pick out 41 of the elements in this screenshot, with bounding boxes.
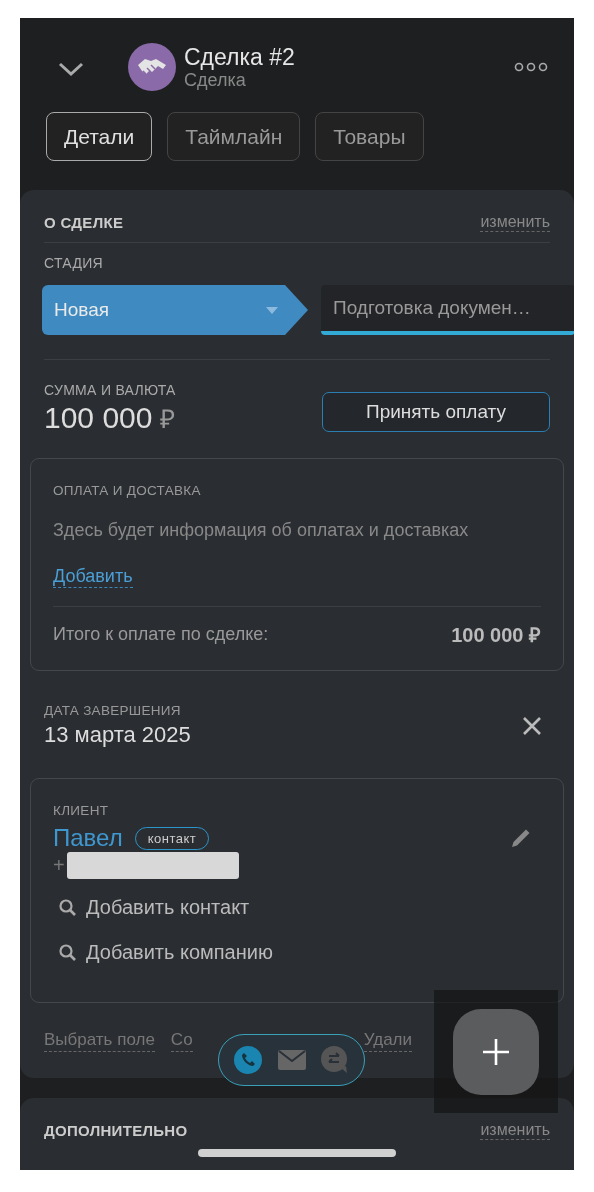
total-label: Итого к оплате по сделке: [53,624,269,645]
edit-link[interactable]: изменить [480,212,550,232]
field-label: ДАТА ЗАВЕРШЕНИЯ [44,703,182,718]
more-icon[interactable] [514,62,548,72]
deal-type: Сделка [184,70,247,90]
tab[interactable]: Таймлайн [167,112,301,161]
search-icon [58,897,78,918]
edit-link[interactable]: изменить [480,1120,550,1140]
client-name[interactable]: Павел [53,824,123,852]
currency-sign: ₽ [160,403,176,436]
section-title: О СДЕЛКЕ [44,213,124,231]
footer-link[interactable]: Удали [363,1029,412,1052]
add-button[interactable] [453,1008,539,1095]
box-title: КЛИЕНТ [53,803,110,818]
stage-chip[interactable]: Подготовка докумен… [321,285,574,335]
total-value: 100 000 ₽ [451,623,541,648]
add-action-link[interactable]: Добавить компанию [86,941,273,964]
field-label: СУММА И ВАЛЮТА [44,382,176,398]
plus-icon [482,1037,510,1066]
box-title: ОПЛАТА И ДОСТАВКА [53,483,202,498]
section-title: ДОПОЛНИТЕЛЬНО [44,1121,188,1139]
stage-chip[interactable]: Новая [42,285,308,335]
deal-title: Сделка #2 [184,44,296,70]
footer-link[interactable]: Со [170,1029,193,1052]
amount-value: 100 000 [44,401,153,435]
dropdown-caret-icon [266,306,278,314]
close-icon[interactable] [522,715,542,736]
handshake-icon [128,43,176,91]
date-value: 13 марта 2025 [44,722,191,748]
footer-link[interactable]: Выбрать поле [44,1029,155,1052]
tab[interactable]: Товары [315,112,424,161]
phone-icon[interactable] [234,1046,263,1074]
phone-prefix: + [53,854,65,877]
field-label: СТАДИЯ [43,254,104,273]
empty-text: Здесь будет информация об оплатах и доставках [53,520,470,541]
add-link[interactable]: Добавить [53,565,133,588]
tab[interactable]: Детали [46,112,153,161]
search-icon [58,942,78,963]
chevron-down-icon[interactable] [58,61,84,77]
add-action-link[interactable]: Добавить контакт [86,896,250,919]
accept-payment-button[interactable]: Принять оплату [322,392,550,432]
